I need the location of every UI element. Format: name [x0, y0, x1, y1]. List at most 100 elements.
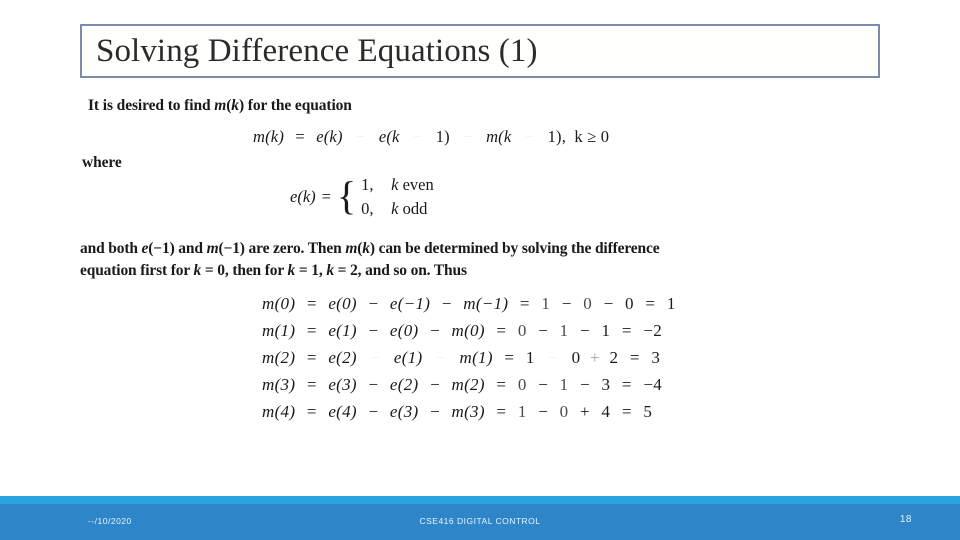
derivation-op-4: − [603, 294, 614, 313]
derivation-num-2: 0 [571, 348, 581, 367]
derivation-term-c: m(0) [451, 321, 485, 340]
piecewise-value: 0, [361, 199, 374, 219]
derivation-term-b: e(1) [393, 348, 423, 367]
page-title: Solving Difference Equations (1) [96, 32, 538, 69]
derivation-op-3: − [538, 321, 549, 340]
derivation-op-2: − [430, 321, 440, 340]
derivation-equals-3: = [621, 402, 632, 421]
derivation-op-2: − [430, 375, 440, 394]
derivation-equals-2: = [496, 402, 507, 421]
derivation-op-2: − [436, 348, 446, 367]
scanned-content-image: It is desired to find m(k) for the equat… [0, 84, 960, 484]
derivation-equals-2: = [519, 294, 530, 313]
derivation-term-b: e(0) [389, 321, 419, 340]
derivation-term-c: m(2) [451, 375, 485, 394]
where-label: where [82, 154, 122, 171]
main-eq-term-2: e(k [378, 127, 400, 146]
derivation-op-4: + [590, 348, 600, 367]
derivation-equals-3: = [621, 321, 632, 340]
derivation-num-1: 0 [517, 375, 527, 394]
derivation-num-3: 4 [601, 402, 611, 421]
derivation-result: 5 [643, 402, 653, 421]
derivation-op-3: − [538, 375, 549, 394]
derivation-op-4: − [580, 321, 590, 340]
derivation-op-1: − [368, 375, 379, 394]
main-eq-lhs: m(k) [253, 127, 285, 146]
derivation-lhs: m(4) [262, 402, 296, 421]
main-eq-term-1: e(k) [316, 127, 343, 146]
derivation-term-a: e(0) [328, 294, 357, 313]
derivation-equals-3: = [621, 375, 632, 394]
derivation-equals-2: = [504, 348, 515, 367]
derivation-op-1: − [370, 348, 381, 367]
derivation-num-2: 0 [559, 402, 569, 421]
derivation-term-b: e(2) [389, 375, 419, 394]
derivation-term-b: e(−1) [389, 294, 431, 313]
derivation-row: m(1) = e(1) − e(0) − m(0) = 0 − 1 − 1 = … [262, 321, 662, 341]
derivation-num-3: 1 [601, 321, 611, 340]
footer-accent-strip [0, 496, 960, 504]
derivation-num-3: 0 [625, 294, 634, 313]
footer-page-number: 18 [899, 514, 912, 525]
main-equation: m(k) = e(k) − e(k − 1) − m(k − 1), k ≥ 0 [253, 127, 609, 147]
main-eq-equals: = [295, 127, 305, 146]
derivation-op-4: − [580, 375, 590, 394]
derivation-op-1: − [368, 321, 379, 340]
piecewise-condition: k even [391, 175, 434, 194]
derivation-lhs: m(3) [262, 375, 296, 394]
derivation-lhs: m(1) [262, 321, 296, 340]
derivation-equals-1: = [306, 321, 317, 340]
piecewise-condition: k odd [391, 199, 428, 219]
derivation-num-1: 0 [517, 321, 527, 340]
derivation-term-a: e(1) [328, 321, 357, 340]
main-eq-condition: k ≥ 0 [574, 127, 610, 146]
derivation-equals-3: = [629, 348, 640, 367]
paragraph-line-2: equation first for k = 0, then for k = 1… [80, 262, 467, 279]
main-eq-term-4: m(k [486, 127, 512, 146]
derivation-op-3: − [548, 348, 559, 367]
derivation-num-2: 1 [559, 321, 569, 340]
derivation-equals-1: = [306, 348, 317, 367]
derivation-result: −4 [643, 375, 663, 394]
derivation-term-a: e(2) [328, 348, 357, 367]
derivation-num-3: 2 [609, 348, 619, 367]
derivation-term-c: m(1) [459, 348, 493, 367]
derivation-result: −2 [643, 321, 663, 340]
main-eq-op-3: − [463, 127, 473, 146]
main-eq-term-3: 1) [435, 127, 450, 146]
derivation-op-3: − [561, 294, 572, 313]
derivation-result: 1 [666, 294, 676, 313]
derivation-lhs: m(0) [262, 294, 296, 313]
derivation-term-a: e(3) [328, 375, 357, 394]
derivation-num-3: 3 [601, 375, 611, 394]
derivation-op-4: + [580, 402, 590, 421]
derivation-equals-1: = [306, 294, 317, 313]
derivation-term-c: m(3) [451, 402, 485, 421]
main-eq-op-4: − [524, 127, 535, 146]
derivation-result: 3 [651, 348, 661, 367]
derivation-op-1: − [368, 294, 379, 313]
derivation-op-1: − [368, 402, 379, 421]
derivation-equals-1: = [306, 402, 317, 421]
derivation-row: m(3) = e(3) − e(2) − m(2) = 0 − 1 − 3 = … [262, 375, 662, 395]
derivation-num-1: 1 [517, 402, 527, 421]
slide-title-box[interactable]: Solving Difference Equations (1) [80, 24, 880, 78]
intro-line: It is desired to find m(k) for the equat… [88, 97, 352, 114]
derivation-num-1: 1 [541, 294, 551, 313]
piecewise-definition: e(k) = { 1, k even 0, k odd [290, 173, 434, 222]
derivation-num-2: 1 [559, 375, 569, 394]
main-eq-term-5: 1), [547, 127, 567, 146]
derivation-op-3: − [538, 402, 549, 421]
derivation-term-a: e(4) [328, 402, 357, 421]
derivation-row: m(0) = e(0) − e(−1) − m(−1) = 1 − 0 − 0 … [262, 294, 676, 314]
derivation-row: m(4) = e(4) − e(3) − m(3) = 1 − 0 + 4 = … [262, 402, 652, 422]
derivation-num-2: 0 [583, 294, 593, 313]
derivation-equals-3: = [645, 294, 656, 313]
paragraph-line-1: and both e(−1) and m(−1) are zero. Then … [80, 240, 660, 257]
left-brace-icon: { [336, 173, 357, 219]
main-eq-op-1: − [355, 127, 366, 146]
derivation-term-b: e(3) [389, 402, 419, 421]
derivation-equals-2: = [496, 321, 507, 340]
derivation-op-2: − [441, 294, 452, 313]
derivation-equals-2: = [496, 375, 507, 394]
